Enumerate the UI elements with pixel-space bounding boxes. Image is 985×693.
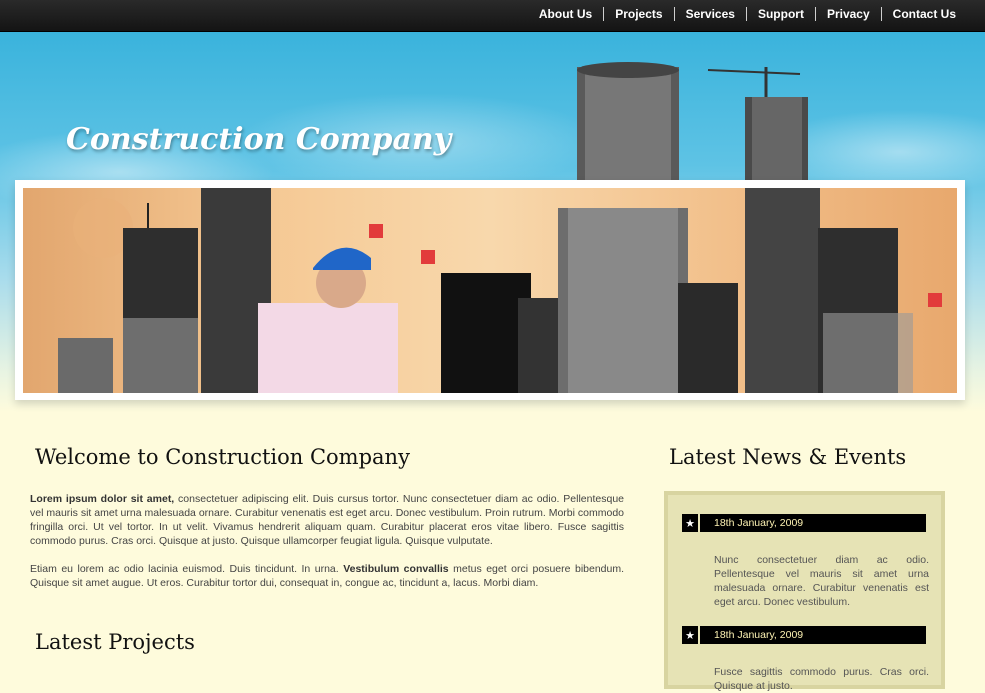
nav-projects[interactable]: Projects: [603, 7, 673, 21]
welcome-lead-bold: Lorem ipsum dolor sit amet,: [30, 493, 175, 505]
welcome-paragraph-1: Lorem ipsum dolor sit amet, consectetuer…: [30, 492, 624, 548]
nav-support[interactable]: Support: [745, 7, 815, 21]
nav-services[interactable]: Services: [673, 7, 746, 21]
welcome-paragraph-2-text-a: Etiam eu lorem ac odio lacinia euismod. …: [30, 563, 344, 575]
welcome-title: Welcome to Construction Company: [35, 445, 410, 469]
welcome-paragraph-2-bold: Vestibulum convallis: [343, 563, 449, 575]
news-text: Nunc consectetuer diam ac odio. Pellente…: [714, 554, 929, 608]
nav-contact-us[interactable]: Contact Us: [880, 7, 967, 21]
news-date: 18th January, 2009: [714, 517, 804, 529]
news-date-bar: ★ 18th January, 2009: [682, 626, 926, 644]
star-icon: ★: [682, 626, 700, 644]
news-date: 18th January, 2009: [714, 629, 804, 641]
site-logo[interactable]: Construction Company: [66, 122, 451, 157]
news-text: Fusce sagittis commodo purus. Cras orci.…: [714, 666, 929, 692]
news-date-bar: ★ 18th January, 2009: [682, 514, 926, 532]
news-box: ★ 18th January, 2009 Nunc consectetuer d…: [664, 491, 945, 692]
welcome-paragraph-2: Etiam eu lorem ac odio lacinia euismod. …: [30, 562, 624, 590]
news-title: Latest News & Events: [669, 445, 907, 469]
top-navigation-bar: About Us Projects Services Support Priva…: [0, 0, 985, 32]
latest-projects-title: Latest Projects: [35, 630, 195, 654]
banner-illustration: [58, 188, 942, 393]
nav-privacy[interactable]: Privacy: [814, 7, 881, 21]
star-icon: ★: [682, 514, 700, 532]
banner-image: [23, 188, 957, 393]
main-nav: About Us Projects Services Support Priva…: [528, 0, 967, 28]
nav-about-us[interactable]: About Us: [528, 7, 603, 21]
